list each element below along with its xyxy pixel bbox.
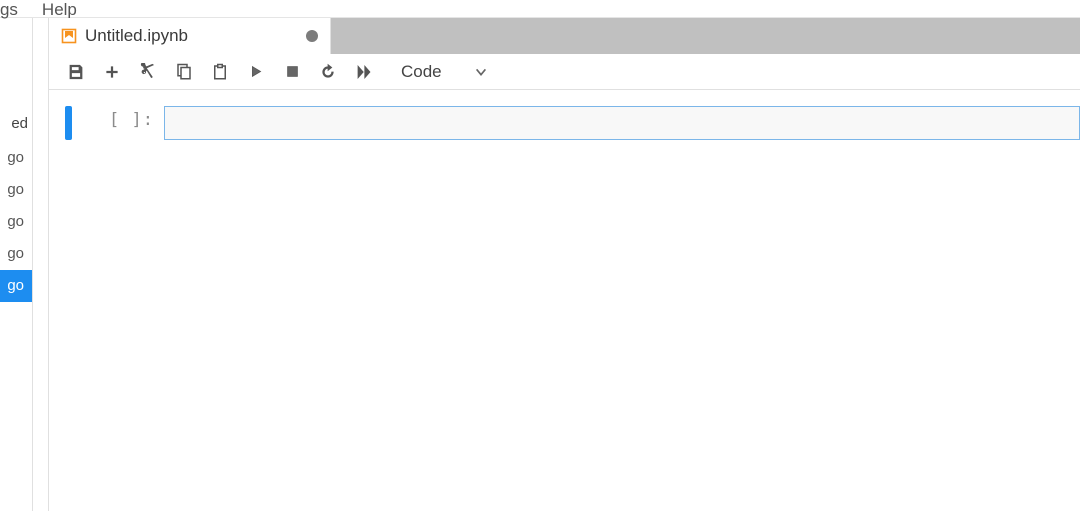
cell-input[interactable] [164, 106, 1080, 140]
tab-notebook[interactable]: Untitled.ipynb [49, 18, 331, 54]
restart-button[interactable] [311, 58, 345, 86]
vertical-scrollbar[interactable] [1072, 18, 1080, 511]
tabbar: Untitled.ipynb [49, 18, 1080, 54]
sidebar-item-2[interactable]: go [0, 206, 32, 238]
sidebar-section-header: ed [0, 106, 32, 142]
run-all-button[interactable] [347, 58, 381, 86]
notebook-icon [61, 28, 77, 44]
sidebar: ed go go go go go [0, 18, 33, 511]
save-button[interactable] [59, 58, 93, 86]
cell-prompt: [ ]: [82, 106, 154, 130]
cell-select-bar[interactable] [65, 106, 72, 140]
notebook-toolbar: Code [49, 54, 1080, 90]
cell-type-label: Code [401, 62, 442, 82]
tab-dirty-indicator-icon [306, 30, 318, 42]
sidebar-item-1[interactable]: go [0, 174, 32, 206]
code-cell[interactable]: [ ]: [65, 106, 1080, 140]
cell-area: [ ]: [49, 90, 1080, 140]
main-area: Untitled.ipynb Co [48, 18, 1080, 511]
run-button[interactable] [239, 58, 273, 86]
interrupt-button[interactable] [275, 58, 309, 86]
sidebar-splitter[interactable] [33, 18, 48, 511]
sidebar-item-4[interactable]: go [0, 270, 32, 302]
menu-help[interactable]: Help [42, 0, 77, 20]
paste-button[interactable] [203, 58, 237, 86]
menubar: tings Help [0, 0, 1080, 18]
cut-button[interactable] [131, 58, 165, 86]
copy-button[interactable] [167, 58, 201, 86]
sidebar-item-0[interactable]: go [0, 142, 32, 174]
insert-cell-button[interactable] [95, 58, 129, 86]
cell-type-dropdown[interactable]: Code [401, 62, 488, 82]
tab-title: Untitled.ipynb [85, 26, 188, 46]
chevron-down-icon [474, 65, 488, 79]
menu-settings[interactable]: tings [0, 0, 18, 20]
sidebar-item-3[interactable]: go [0, 238, 32, 270]
